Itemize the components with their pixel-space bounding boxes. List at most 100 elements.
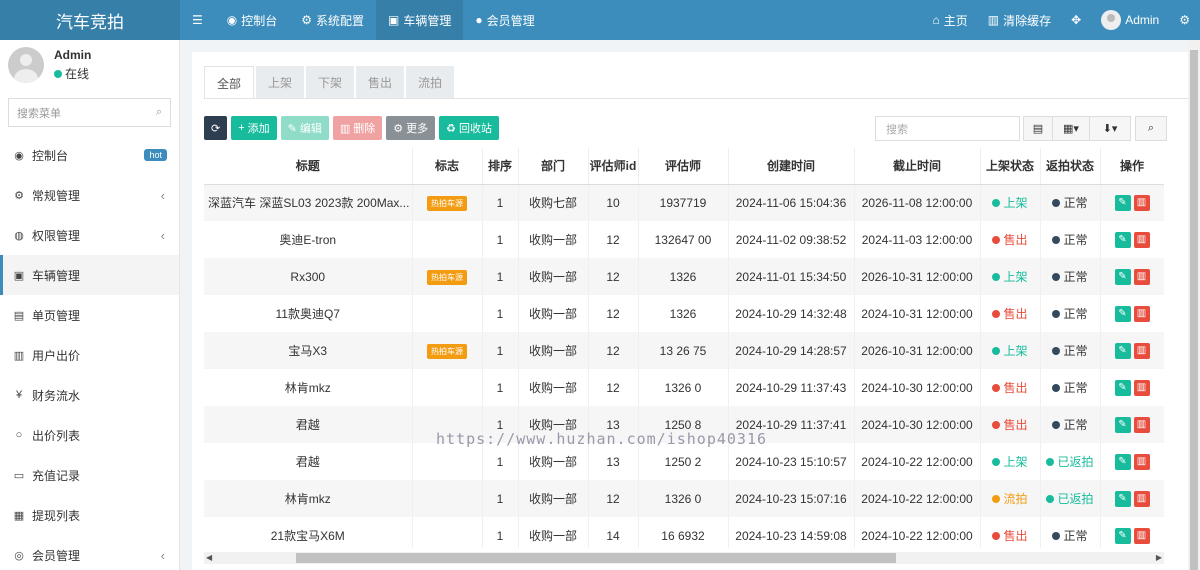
column-header[interactable]: 标题 [204, 148, 413, 185]
cell-assessor: 13 26 75 [638, 332, 729, 369]
sidebar-item-4[interactable]: ▤ 单页管理 [0, 295, 179, 335]
cell-assessor-id: 10 [588, 184, 639, 221]
export-button[interactable]: ⬇▾ [1089, 116, 1131, 141]
sidebar-item-7[interactable]: ○ 出价列表 [0, 415, 179, 455]
hot-car-badge: 热拍车源 [427, 269, 467, 285]
tab-4[interactable]: 流拍 [406, 66, 455, 99]
gears-icon: ⚙ [1179, 13, 1190, 27]
cell-return-status: 正常 [1040, 369, 1101, 406]
row-delete-button[interactable]: ▥ [1133, 417, 1150, 433]
row-edit-button[interactable]: ✎ [1114, 528, 1131, 544]
table-row[interactable]: 宝马X3 热拍车源 1 收购一部 12 13 26 75 2024-10-29 14:28:… [204, 332, 1164, 369]
row-edit-button[interactable]: ✎ [1114, 269, 1131, 285]
column-header[interactable]: 部门 [518, 148, 589, 185]
columns-button[interactable]: ▦▾ [1052, 116, 1090, 141]
tab-2[interactable]: 下架 [306, 66, 355, 99]
recycle-bin-button[interactable]: ♻ 回收站 [439, 116, 500, 140]
column-header[interactable]: 排序 [482, 148, 519, 185]
row-delete-button[interactable]: ▥ [1133, 528, 1150, 544]
cell-dept: 收购一部 [518, 295, 589, 332]
table-row[interactable]: 奥迪E-tron 1 收购一部 12 132647 00 2024-11-02 09:38… [204, 221, 1164, 258]
expand-icon: ✥ [1071, 13, 1082, 27]
table-row[interactable]: 君越 1 收购一部 13 1250 2 2024-10-23 15:10:57 2024-1… [204, 443, 1164, 480]
more-button[interactable]: ⚙ 更多 [386, 116, 436, 140]
sidebar-item-label: 常规管理 [32, 188, 81, 203]
cell-sort: 1 [482, 517, 519, 548]
cell-flag: 热拍车源 [412, 184, 483, 221]
table-row[interactable]: Rx300 热拍车源 1 收购一部 12 1326 2024-11-01 15:34:50 2… [204, 258, 1164, 295]
delete-button[interactable]: ▥ 删除 [332, 116, 383, 140]
fullscreen-button[interactable]: ✥ [1061, 0, 1091, 40]
row-edit-button[interactable]: ✎ [1114, 454, 1131, 470]
sidebar-item-3[interactable]: ▣ 车辆管理 [0, 255, 179, 295]
row-edit-button[interactable]: ✎ [1114, 417, 1131, 433]
column-header[interactable]: 标志 [412, 148, 483, 185]
horizontal-scrollbar[interactable]: ◀ ▶ [204, 552, 1164, 564]
edit-button[interactable]: ✎ 编辑 [280, 116, 329, 140]
settings-button[interactable]: ⚙ [1169, 0, 1200, 40]
add-button[interactable]: + 添加 [231, 116, 277, 140]
table-row[interactable]: 11款奥迪Q7 1 收购一部 12 1326 2024-10-29 14:32:48 202… [204, 295, 1164, 332]
scroll-right-icon: ▶ [1155, 553, 1162, 562]
row-delete-button[interactable]: ▥ [1133, 380, 1150, 396]
row-edit-button[interactable]: ✎ [1114, 343, 1131, 359]
row-delete-button[interactable]: ▥ [1133, 195, 1150, 212]
column-header[interactable]: 上架状态 [980, 148, 1041, 185]
table-row[interactable]: 林肯mkz 1 收购一部 12 1326 0 2024-10-23 15:07:16 202… [204, 480, 1164, 517]
user-circle-icon: ◎ [14, 549, 24, 562]
cell-title: 君越 [204, 443, 413, 480]
row-delete-button[interactable]: ▥ [1133, 269, 1150, 285]
table-search-input[interactable]: 搜索 [875, 116, 1020, 141]
row-delete-button[interactable]: ▥ [1133, 232, 1150, 248]
sidebar-item-1[interactable]: ⚙ 常规管理 ‹ [0, 175, 179, 215]
app-logo[interactable]: 汽车竞拍 [0, 0, 180, 40]
row-edit-button[interactable]: ✎ [1114, 491, 1131, 507]
refresh-button[interactable]: ⟳ [204, 116, 228, 140]
topnav-system-config[interactable]: ⚙ 系统配置 [289, 0, 376, 40]
row-delete-button[interactable]: ▥ [1133, 454, 1150, 470]
cell-flag [412, 369, 483, 406]
row-edit-button[interactable]: ✎ [1114, 380, 1131, 396]
sidebar-toggle-button[interactable]: ☰ [180, 0, 215, 40]
sidebar-item-10[interactable]: ◎ 会员管理 ‹ [0, 535, 179, 570]
tab-0[interactable]: 全部 [204, 66, 255, 99]
sidebar-item-5[interactable]: ▥ 用户出价 [0, 335, 179, 375]
column-header[interactable]: 操作 [1100, 148, 1164, 185]
sidebar-item-6[interactable]: ¥ 财务流水 [0, 375, 179, 415]
topnav-member[interactable]: ● 会员管理 [463, 0, 546, 40]
column-header[interactable]: 评估师 [638, 148, 729, 185]
column-header[interactable]: 截止时间 [854, 148, 981, 185]
toggle-view-button[interactable]: ▤ [1023, 116, 1053, 141]
topnav-vehicle[interactable]: ▣ 车辆管理 [376, 0, 464, 40]
sidebar-item-9[interactable]: ▦ 提现列表 [0, 495, 179, 535]
row-edit-button[interactable]: ✎ [1114, 195, 1131, 212]
tab-3[interactable]: 售出 [356, 66, 405, 99]
sidebar-item-2[interactable]: ◍ 权限管理 ‹ [0, 215, 179, 255]
vertical-scrollbar[interactable] [1188, 40, 1200, 570]
column-header[interactable]: 评估师id [588, 148, 639, 185]
row-edit-button[interactable]: ✎ [1114, 232, 1131, 248]
cell-sort: 1 [482, 480, 519, 517]
table-row[interactable]: 林肯mkz 1 收购一部 12 1326 0 2024-10-29 11:37:43 202… [204, 369, 1164, 406]
tab-1[interactable]: 上架 [256, 66, 305, 99]
sidebar-item-8[interactable]: ▭ 充值记录 [0, 455, 179, 495]
table-row[interactable]: 21款宝马X6M 1 收购一部 14 16 6932 2024-10-23 14:59:0… [204, 517, 1164, 548]
vertical-scroll-thumb[interactable] [1190, 50, 1198, 570]
sidebar-item-0[interactable]: ◉ 控制台 hot [0, 135, 179, 175]
cell-created: 2024-10-23 15:07:16 [728, 480, 855, 517]
table-row[interactable]: 深蓝汽车 深蓝SL03 2023款 200Max... 热拍车源 1 收购七部 10 19… [204, 184, 1164, 221]
column-header[interactable]: 返拍状态 [1040, 148, 1101, 185]
topnav-dashboard[interactable]: ◉ 控制台 [215, 0, 290, 40]
column-header[interactable]: 创建时间 [728, 148, 855, 185]
cell-title: 君越 [204, 406, 413, 443]
row-delete-button[interactable]: ▥ [1133, 491, 1150, 507]
user-menu[interactable]: Admin [1091, 0, 1169, 40]
row-edit-button[interactable]: ✎ [1114, 306, 1131, 322]
home-link[interactable]: ⌂ 主页 [923, 0, 978, 40]
row-delete-button[interactable]: ▥ [1133, 306, 1150, 322]
advanced-search-button[interactable]: ⌕ [1135, 116, 1167, 141]
row-delete-button[interactable]: ▥ [1133, 343, 1150, 359]
menu-search-input[interactable]: 搜索菜单 ⌕ [8, 98, 171, 127]
clear-cache-button[interactable]: ▥ 清除缓存 [978, 0, 1061, 40]
horizontal-scroll-thumb[interactable] [296, 553, 896, 563]
